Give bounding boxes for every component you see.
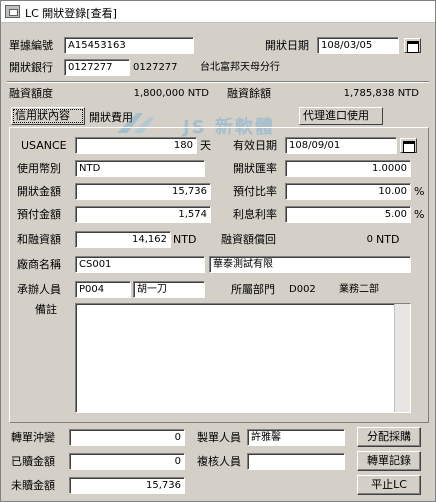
memo-scrollbar[interactable]: [394, 304, 410, 412]
currency-label: 使用幣別: [17, 162, 61, 175]
finance-return-currency: NTD: [376, 233, 400, 246]
usance-label: USANCE: [21, 139, 67, 152]
window-app-icon: [5, 5, 20, 18]
close-lc-button[interactable]: 平止LC: [357, 475, 421, 495]
credit-balance-label: 融資餘額: [227, 87, 271, 100]
reviewer-label: 複核人員: [197, 455, 241, 468]
prepay-ratio-label: 預付比率: [233, 185, 277, 198]
bank-name-display: 台北富邦天母分行: [200, 62, 280, 73]
open-date-field[interactable]: 108/03/05: [317, 37, 399, 54]
credit-limit-label: 融資額度: [9, 87, 53, 100]
open-date-label: 開狀日期: [265, 39, 309, 52]
vendor-name-field: 華泰測試有限: [209, 256, 411, 273]
bank-code-display: 0127277: [133, 62, 178, 73]
credit-limit-value: 1,800,000 NTD: [133, 88, 209, 99]
doc-pay-field: 0: [69, 429, 185, 446]
prepay-ratio-field[interactable]: 10.00: [285, 183, 411, 200]
currency-field[interactable]: NTD: [75, 160, 205, 177]
open-amount-label: 開狀金額: [17, 185, 61, 198]
finance-return-value: 0: [366, 234, 373, 245]
open-amount-field[interactable]: 15,736: [75, 183, 211, 200]
bank-label: 開狀銀行: [9, 61, 53, 74]
handler-label: 承辦人員: [17, 283, 61, 296]
lc-open-window: LC 開狀登錄[查看] 單據編號 A15453163 開狀日期 108/03/0…: [0, 0, 436, 502]
tab-open-fees[interactable]: 開狀費用: [89, 111, 133, 125]
interest-rate-field[interactable]: 5.00: [285, 206, 411, 223]
rate-field[interactable]: 1.0000: [285, 160, 411, 177]
valid-date-calendar-icon[interactable]: [400, 138, 417, 153]
redeemed-field: 0: [69, 453, 185, 470]
allocate-purchase-button[interactable]: 分配採購: [357, 427, 421, 447]
memo-label: 備註: [35, 303, 57, 316]
finance-return-label: 融資額償回: [221, 233, 276, 246]
creator-label: 製單人員: [197, 431, 241, 444]
reviewer-field: [247, 453, 345, 470]
dept-label: 所屬部門: [231, 283, 275, 296]
finance-currency: NTD: [173, 233, 197, 246]
tab-import-agent[interactable]: 代理進口使用: [299, 107, 383, 125]
memo-textarea[interactable]: [75, 303, 411, 413]
credit-balance-value: 1,785,838 NTD: [343, 88, 419, 99]
unredeemed-label: 未贖金額: [11, 479, 55, 492]
prepay-amount-label: 預付金額: [17, 208, 61, 221]
handler-code-field[interactable]: P004: [75, 281, 131, 298]
open-date-calendar-icon[interactable]: [404, 38, 421, 53]
app-no-field[interactable]: A15453163: [64, 37, 194, 54]
rate-label: 開狀匯率: [233, 162, 277, 175]
transfer-history-button[interactable]: 轉單記錄: [357, 451, 421, 471]
doc-pay-label: 轉單沖變: [11, 431, 55, 444]
interest-rate-label: 利息利率: [233, 208, 277, 221]
finance-amount-field[interactable]: 14,162: [75, 231, 171, 248]
creator-field: 許雅馨: [247, 429, 345, 446]
prepay-amount-field[interactable]: 1,574: [75, 206, 211, 223]
title-bar: LC 開狀登錄[查看]: [1, 1, 435, 23]
usance-field[interactable]: 180: [75, 137, 197, 154]
window-title: LC 開狀登錄[查看]: [25, 7, 117, 20]
unredeemed-field: 15,736: [69, 477, 185, 494]
header-divider: [7, 81, 429, 83]
vendor-code-field[interactable]: CS001: [75, 256, 205, 273]
handler-name-field: 胡一刀: [133, 281, 205, 298]
valid-date-label: 有效日期: [233, 139, 277, 152]
redeemed-label: 已贖金額: [11, 455, 55, 468]
app-no-label: 單據編號: [9, 39, 53, 52]
dept-name-display: 業務二部: [339, 284, 379, 295]
valid-date-field[interactable]: 108/09/01: [285, 137, 397, 154]
usance-unit: 天: [200, 139, 211, 152]
tab-lc-content[interactable]: 信用狀內容: [11, 107, 85, 125]
bank-code-field[interactable]: 0127277: [64, 59, 130, 76]
finance-amount-label: 和融資額: [17, 233, 61, 246]
interest-rate-percent: %: [414, 208, 425, 221]
dept-code-display: D002: [289, 284, 316, 295]
vendor-label: 廠商名稱: [17, 258, 61, 271]
prepay-ratio-percent: %: [414, 185, 425, 198]
